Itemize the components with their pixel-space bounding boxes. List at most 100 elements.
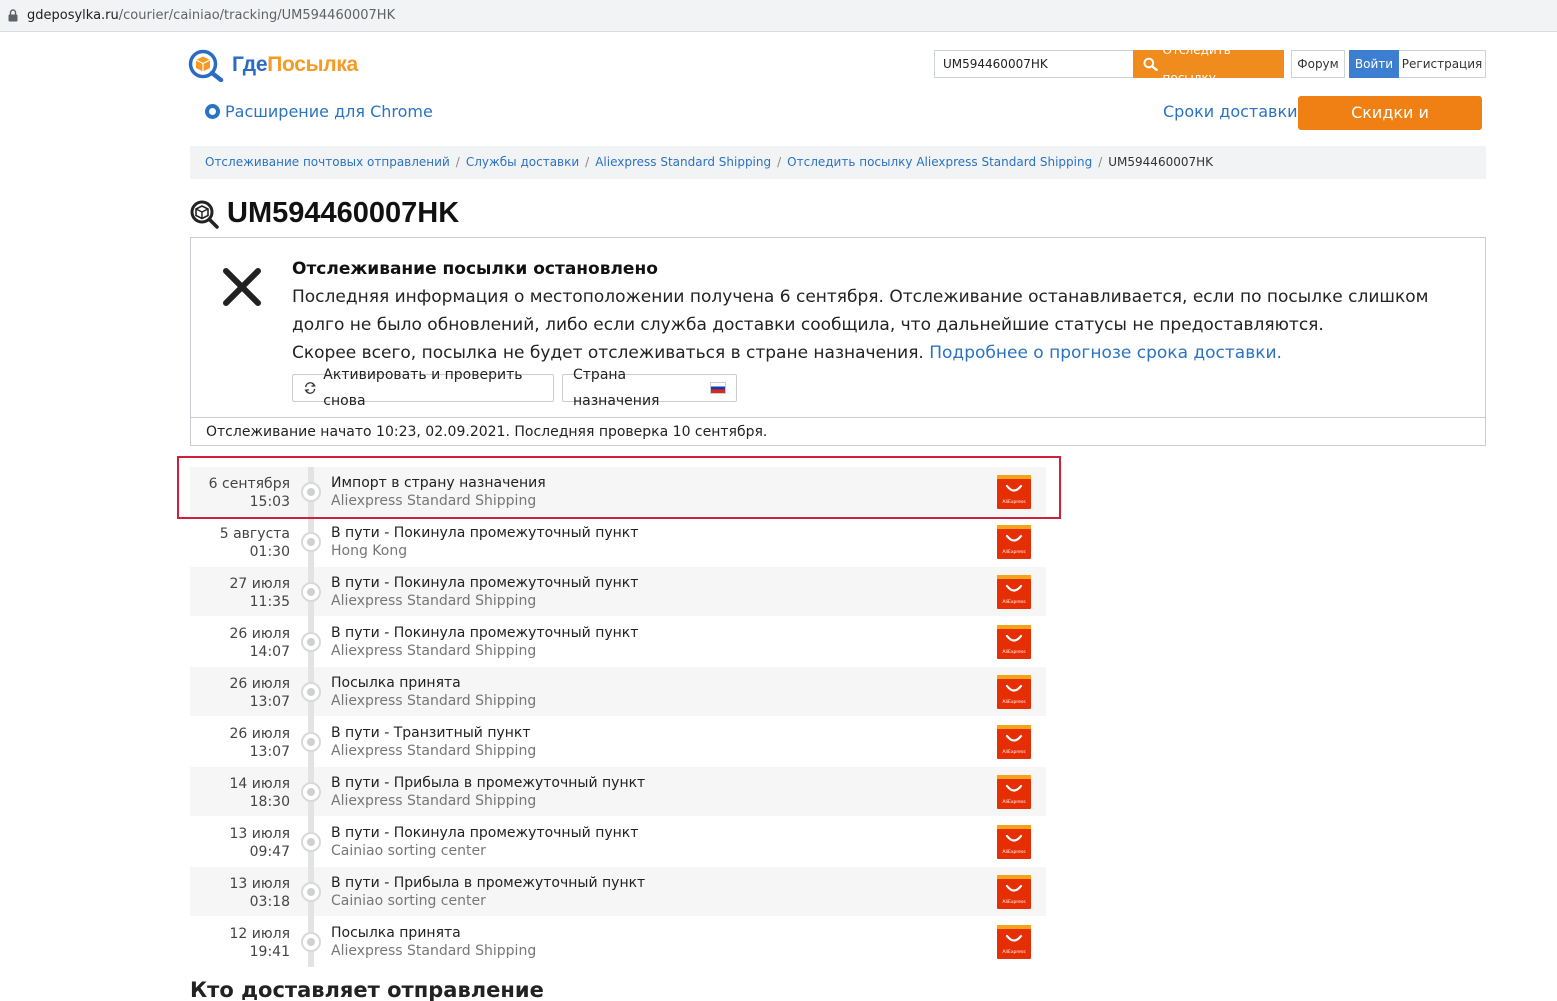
tracking-number-input[interactable]: UM594460007HK [934, 50, 1134, 78]
breadcrumb-separator: / [777, 155, 782, 169]
magnifier-icon [1143, 57, 1158, 71]
login-button[interactable]: Войти [1349, 50, 1399, 78]
url-host: gdeposylka.ru [27, 8, 119, 23]
event-place: Aliexpress Standard Shipping [331, 593, 537, 609]
delivery-terms-link[interactable]: Сроки доставки [1163, 102, 1298, 121]
lock-icon [8, 9, 18, 22]
event-day: 6 сентября [208, 476, 290, 492]
breadcrumb-separator: / [455, 155, 460, 169]
tracking-event: 27 июля 11:35 В пути - Покинула промежуточ… [190, 567, 1046, 617]
event-day: 27 июля [229, 576, 290, 592]
timeline-dot [301, 882, 321, 902]
event-day: 26 июля [229, 726, 290, 742]
event-status: В пути - Прибыла в промежуточный пункт [331, 875, 646, 891]
panel-body: Последняя информация о местоположении по… [292, 283, 1472, 367]
panel-text-line1: Последняя информация о местоположении по… [292, 287, 1429, 335]
tracking-event: 6 сентября 15:03 Импорт в страну назначени… [190, 467, 1046, 517]
page-title: UM594460007HK [227, 197, 460, 229]
track-parcel-button[interactable]: Отследить посылку [1133, 43, 1284, 85]
event-day: 12 июля [229, 926, 290, 942]
breadcrumb-separator: / [1098, 155, 1103, 169]
aliexpress-logo-text: AliExpress [1002, 699, 1026, 705]
aliexpress-logo-text: AliExpress [1002, 499, 1026, 505]
event-date: 13 июля 09:47 [229, 825, 290, 861]
panel-title: Отслеживание посылки остановлено [292, 259, 658, 279]
destination-country-button[interactable]: Страна назначения [562, 367, 737, 409]
event-day: 13 июля [229, 826, 290, 842]
aliexpress-logo-icon: AliExpress [997, 525, 1031, 559]
event-place: Aliexpress Standard Shipping [331, 693, 537, 709]
event-date: 6 сентября 15:03 [209, 475, 290, 511]
tracking-events-list: 6 сентября 15:03 Импорт в страну назначени… [190, 467, 1046, 967]
event-day: 26 июля [229, 676, 290, 692]
event-day: 26 июля [229, 626, 290, 642]
tracking-started-info: Отслеживание начато 10:23, 02.09.2021. П… [191, 417, 1485, 446]
timeline-dot [301, 732, 321, 752]
tracking-event: 13 июля 03:18 В пути - Прибыла в промежуто… [190, 867, 1046, 917]
event-time: 11:35 [249, 594, 290, 610]
who-delivers-heading: Кто доставляет отправление [190, 978, 544, 1001]
event-place: Cainiao sorting center [331, 893, 486, 909]
event-place: Cainiao sorting center [331, 843, 486, 859]
tracking-event: 12 июля 19:41 Посылка принята Aliexpress St… [190, 917, 1046, 967]
event-time: 15:03 [249, 494, 290, 510]
event-status: Посылка принята [331, 675, 461, 691]
event-time: 19:41 [249, 944, 290, 960]
event-place: Aliexpress Standard Shipping [331, 793, 537, 809]
event-time: 14:07 [249, 644, 290, 660]
delivery-forecast-link[interactable]: Подробнее о прогнозе срока доставки. [929, 343, 1282, 363]
event-day: 14 июля [229, 776, 290, 792]
destination-country-label: Страна назначения [573, 367, 660, 409]
aliexpress-logo-text: AliExpress [1002, 799, 1026, 805]
tracking-event: 26 июля 13:07 В пути - Транзитный пункт Ali… [190, 717, 1046, 767]
event-time: 03:18 [249, 894, 290, 910]
event-status: В пути - Покинула промежуточный пункт [331, 825, 639, 841]
url-text[interactable]: gdeposylka.ru/courier/cainiao/tracking/U… [27, 8, 395, 23]
timeline-dot [301, 632, 321, 652]
event-date: 26 июля 13:07 [229, 675, 290, 711]
aliexpress-logo-text: AliExpress [1002, 649, 1026, 655]
aliexpress-logo-icon: AliExpress [997, 775, 1031, 809]
aliexpress-logo-text: AliExpress [1002, 749, 1026, 755]
chrome-extension-link[interactable]: Расширение для Chrome [205, 102, 433, 121]
promo-codes-button[interactable]: Скидки и промокоды! [1298, 96, 1482, 156]
timeline-dot [301, 832, 321, 852]
breadcrumb-item-courier[interactable]: Aliexpress Standard Shipping [595, 155, 771, 169]
timeline-dot [301, 482, 321, 502]
tracking-event: 13 июля 09:47 В пути - Покинула промежуточ… [190, 817, 1046, 867]
timeline-dot [301, 932, 321, 952]
logo-text: ГдеПосылка [232, 53, 358, 76]
breadcrumb-current: UM594460007HK [1108, 155, 1214, 169]
breadcrumb-item-track-courier[interactable]: Отследить посылку Aliexpress Standard Sh… [787, 155, 1092, 169]
forum-button[interactable]: Форум [1291, 50, 1345, 78]
aliexpress-logo-icon: AliExpress [997, 575, 1031, 609]
breadcrumb: Отслеживание почтовых отправлений / Службы… [190, 146, 1486, 179]
event-date: 26 июля 13:07 [229, 725, 290, 761]
breadcrumb-item-tracking[interactable]: Отслеживание почтовых отправлений [205, 155, 450, 169]
event-status: В пути - Покинула промежуточный пункт [331, 525, 639, 541]
tracking-event: 14 июля 18:30 В пути - Прибыла в промежуто… [190, 767, 1046, 817]
timeline-dot [301, 682, 321, 702]
event-date: 27 июля 11:35 [229, 575, 290, 611]
aliexpress-logo-icon: AliExpress [997, 825, 1031, 859]
event-status: Импорт в страну назначения [331, 475, 546, 491]
browser-address-bar[interactable]: gdeposylka.ru/courier/cainiao/tracking/U… [0, 0, 1557, 32]
tracking-event: 26 июля 14:07 В пути - Покинула промежуточ… [190, 617, 1046, 667]
track-parcel-label: Отследить посылку [1162, 43, 1231, 85]
event-time: 09:47 [249, 844, 290, 860]
site-logo[interactable]: ГдеПосылка [188, 48, 358, 82]
aliexpress-logo-icon: AliExpress [997, 475, 1031, 509]
reactivate-button[interactable]: Активировать и проверить снова [292, 367, 554, 409]
breadcrumb-item-services[interactable]: Службы доставки [466, 155, 579, 169]
event-day: 5 августа [219, 526, 290, 542]
close-icon [223, 268, 261, 306]
event-status: В пути - Транзитный пункт [331, 725, 531, 741]
aliexpress-logo-icon: AliExpress [997, 875, 1031, 909]
event-place: Hong Kong [331, 543, 408, 559]
event-date: 5 августа 01:30 [220, 525, 290, 561]
event-date: 12 июля 19:41 [229, 925, 290, 961]
register-button[interactable]: Регистрация [1399, 50, 1486, 78]
event-time: 13:07 [249, 694, 290, 710]
aliexpress-logo-text: AliExpress [1002, 549, 1026, 555]
timeline-dot [301, 582, 321, 602]
